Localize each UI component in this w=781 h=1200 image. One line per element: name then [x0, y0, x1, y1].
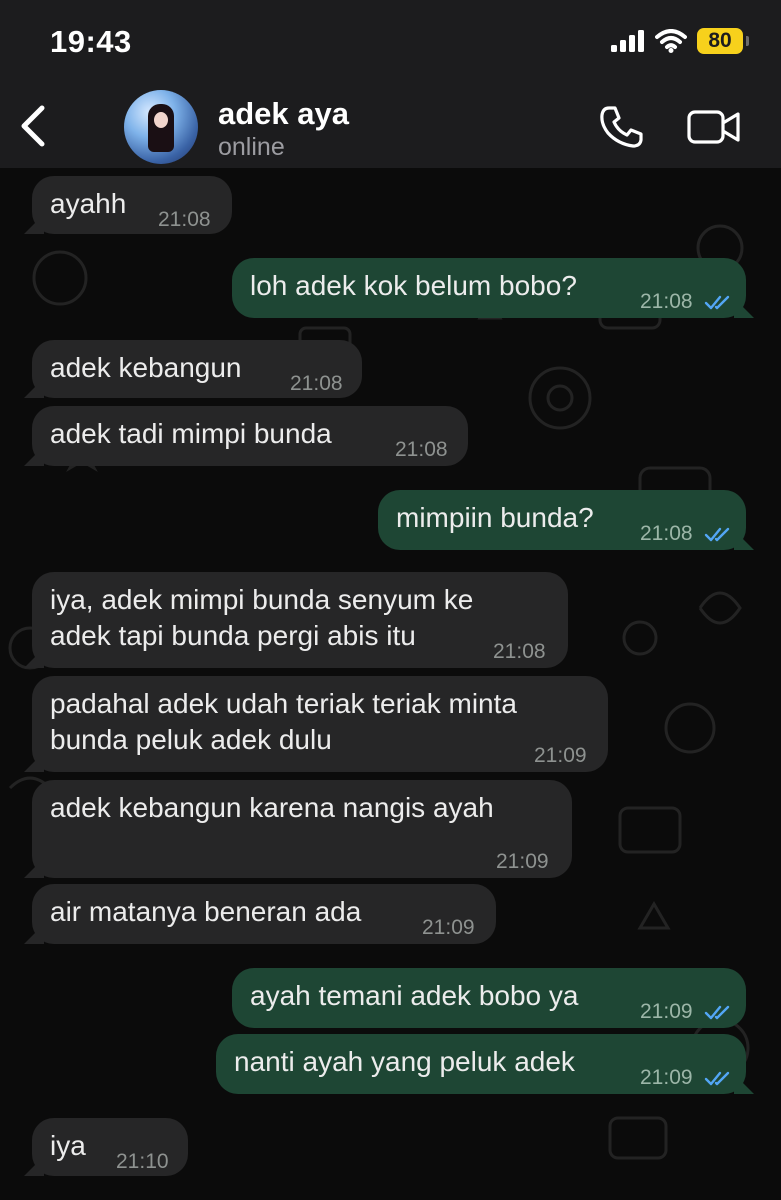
- message-time: 21:09: [422, 916, 475, 939]
- double-check-icon: [705, 1006, 730, 1020]
- message-text: air matanya beneran ada: [50, 896, 362, 927]
- chat-header: 19:43 80 adek aya online: [0, 0, 781, 168]
- message-time: 21:09: [534, 744, 587, 767]
- message-text: nanti ayah yang peluk adek: [234, 1046, 575, 1077]
- message-time: 21:08: [158, 208, 211, 231]
- message-time: 21:08: [640, 290, 693, 313]
- message-meta: 21:09: [640, 1060, 734, 1096]
- message-incoming[interactable]: adek kebangun 21:08: [32, 340, 362, 398]
- message-text: iya: [50, 1130, 86, 1161]
- message-time: 21:08: [395, 438, 448, 461]
- wifi-icon: [655, 29, 687, 53]
- message-time: 21:09: [640, 1000, 693, 1023]
- message-meta: 21:09: [640, 994, 734, 1030]
- message-text-line: adek tapi bunda pergi abis itu: [50, 620, 416, 651]
- message-time: 21:10: [116, 1150, 169, 1173]
- message-text-line: padahal adek udah teriak teriak minta: [50, 688, 517, 719]
- status-icons: 80: [611, 26, 749, 56]
- message-outgoing[interactable]: loh adek kok belum bobo? 21:08: [232, 258, 746, 318]
- message-text: ayahh: [50, 188, 127, 219]
- message-meta: 21:08: [640, 284, 734, 320]
- avatar-face: [154, 112, 168, 128]
- message-time: 21:08: [290, 372, 343, 395]
- message-time: 21:08: [640, 522, 693, 545]
- signal-icon: [611, 30, 644, 52]
- double-check-icon: [705, 1072, 730, 1086]
- message-incoming[interactable]: air matanya beneran ada 21:09: [32, 884, 496, 944]
- message-time: 21:09: [496, 850, 549, 873]
- status-time: 19:43: [50, 24, 132, 59]
- message-list[interactable]: ayahh 21:08 loh adek kok belum bobo? 21:…: [0, 168, 781, 1200]
- message-text: adek kebangun: [50, 352, 242, 383]
- message-time: 21:09: [640, 1066, 693, 1089]
- message-text: adek kebangun karena nangis ayah: [50, 792, 494, 823]
- message-outgoing[interactable]: nanti ayah yang peluk adek 21:09: [216, 1034, 746, 1094]
- contact-status: online: [218, 133, 285, 161]
- message-meta: 21:08: [640, 516, 734, 552]
- message-incoming[interactable]: adek tadi mimpi bunda 21:08: [32, 406, 468, 466]
- message-text: loh adek kok belum bobo?: [250, 270, 577, 301]
- message-incoming[interactable]: ayahh 21:08: [32, 176, 232, 234]
- message-time: 21:08: [493, 640, 546, 663]
- message-incoming[interactable]: iya 21:10: [32, 1118, 188, 1176]
- double-check-icon: [705, 296, 730, 310]
- back-chevron-icon[interactable]: [14, 104, 54, 148]
- message-incoming[interactable]: iya, adek mimpi bunda senyum ke adek tap…: [32, 572, 568, 668]
- avatar[interactable]: [124, 90, 198, 164]
- message-outgoing[interactable]: mimpiin bunda? 21:08: [378, 490, 746, 550]
- double-check-icon: [705, 528, 730, 542]
- contact-name[interactable]: adek aya: [218, 96, 349, 132]
- message-text-line: bunda peluk adek dulu: [50, 724, 332, 755]
- phone-icon[interactable]: [598, 104, 646, 150]
- message-text: ayah temani adek bobo ya: [250, 980, 579, 1011]
- message-text-line: iya, adek mimpi bunda senyum ke: [50, 584, 474, 615]
- battery-icon: 80: [697, 28, 749, 54]
- message-outgoing[interactable]: ayah temani adek bobo ya 21:09: [232, 968, 746, 1028]
- message-incoming[interactable]: adek kebangun karena nangis ayah 21:09: [32, 780, 572, 878]
- message-text: mimpiin bunda?: [396, 502, 594, 533]
- video-camera-icon[interactable]: [686, 108, 742, 146]
- message-text: adek tadi mimpi bunda: [50, 418, 332, 449]
- message-incoming[interactable]: padahal adek udah teriak teriak minta bu…: [32, 676, 608, 772]
